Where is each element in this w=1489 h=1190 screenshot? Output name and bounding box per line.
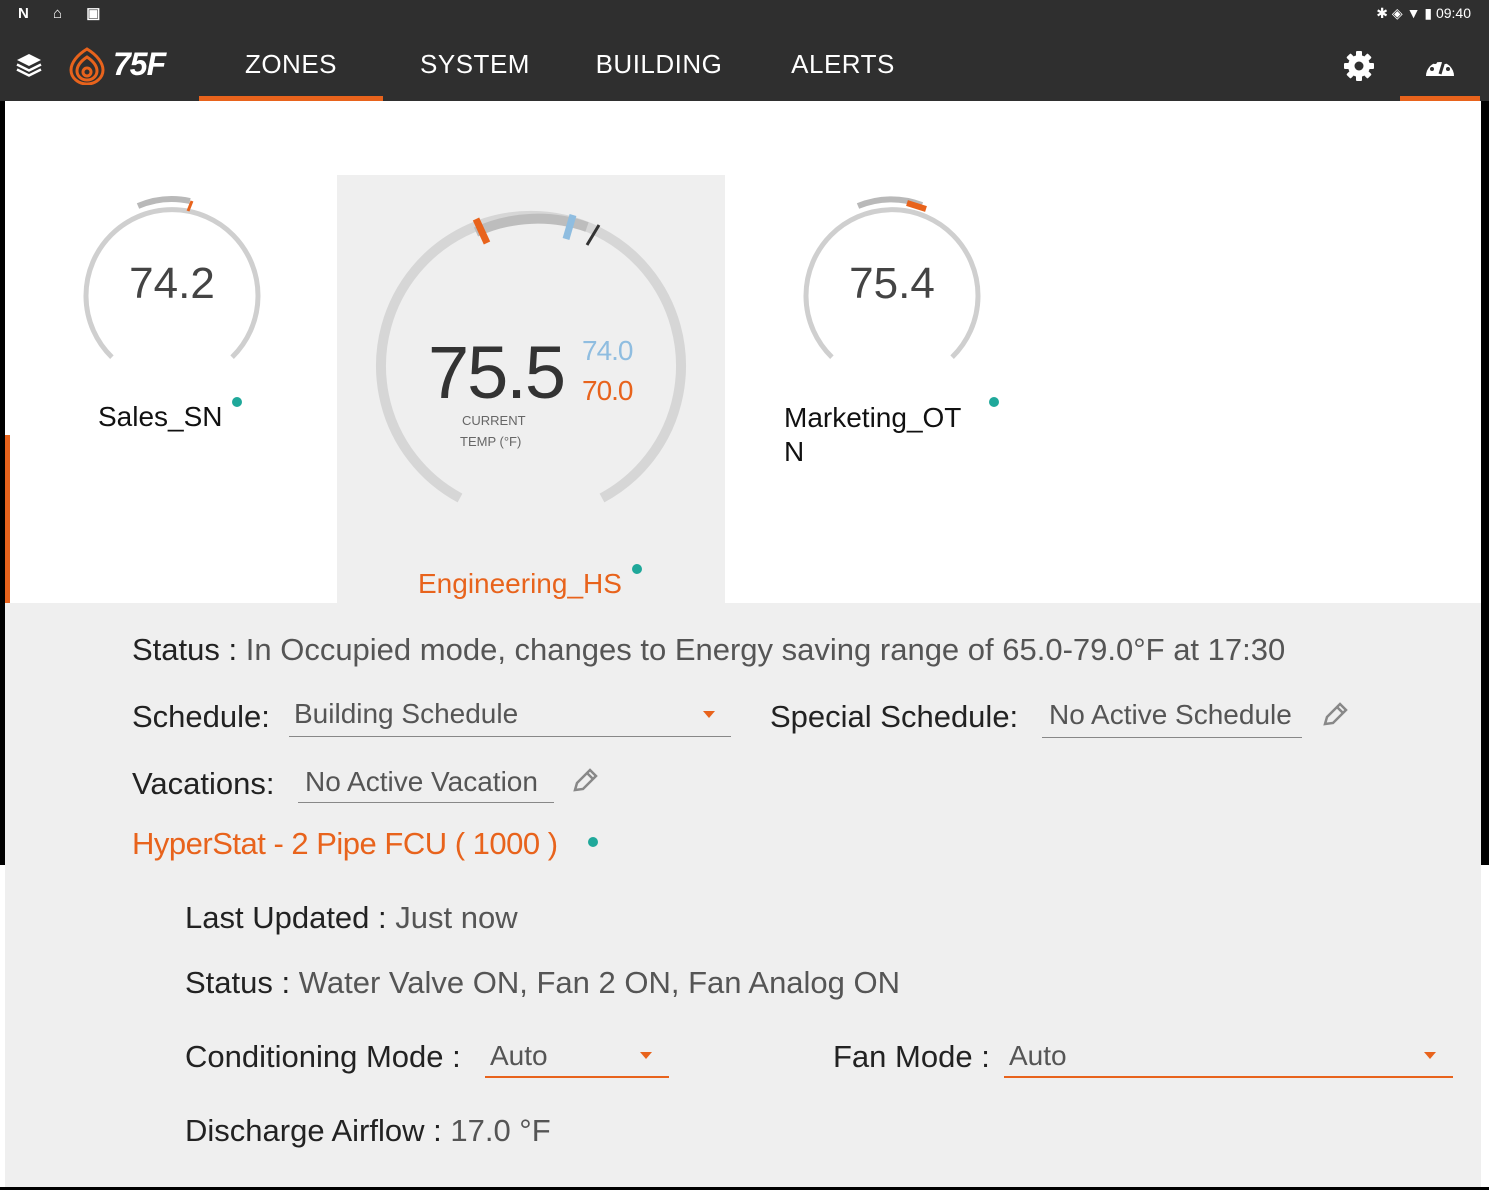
vacations-label: Vacations: xyxy=(132,766,275,801)
tab-system[interactable]: SYSTEM xyxy=(383,28,567,101)
edit-pencil-icon[interactable] xyxy=(570,766,600,796)
special-schedule-label: Special Schedule: xyxy=(770,699,1019,734)
current-temp: 75.5 xyxy=(428,331,566,414)
tab-building-label: BUILDING xyxy=(595,49,723,79)
zone-name-line2: N xyxy=(784,436,805,467)
dashboard-gauge-icon xyxy=(1426,60,1454,76)
schedule-dropdown[interactable]: Building Schedule xyxy=(289,698,731,737)
battery-icon: ▮ xyxy=(1424,5,1433,21)
wifi-icon: ▼ xyxy=(1406,5,1421,21)
layers-icon[interactable] xyxy=(16,52,42,78)
conditioning-mode-label: Conditioning Mode : xyxy=(185,1039,461,1074)
temp-caption-2: TEMP (°F) xyxy=(460,434,522,449)
status-label: Status : xyxy=(132,632,238,667)
bluetooth-icon: ✱ xyxy=(1376,5,1389,21)
zone-temp: 74.2 xyxy=(129,259,215,308)
dropdown-caret-icon xyxy=(640,1052,652,1059)
conditioning-mode-dropdown[interactable]: Auto xyxy=(485,1040,669,1078)
fan-mode-label: Fan Mode : xyxy=(833,1039,990,1074)
conditioning-mode-value: Auto xyxy=(490,1040,548,1071)
tab-zones[interactable]: ZONES xyxy=(199,28,383,101)
edit-pencil-icon[interactable] xyxy=(1320,700,1350,730)
vacations-value: No Active Vacation xyxy=(305,766,538,797)
zone-gauge-marketing[interactable]: 75.4 xyxy=(800,193,984,377)
online-indicator xyxy=(989,397,999,407)
75f-logo-icon xyxy=(69,47,105,85)
tab-system-label: SYSTEM xyxy=(420,49,530,79)
last-updated-label: Last Updated : xyxy=(185,900,387,935)
zone-temp: 75.4 xyxy=(849,259,935,308)
logo-text: 75F xyxy=(113,46,166,82)
notification-icons: N ⌂ ▣ xyxy=(18,5,111,22)
status-value: In Occupied mode, changes to Energy savi… xyxy=(245,632,1286,667)
dropdown-caret-icon xyxy=(1424,1052,1436,1059)
equipment-status-label: Status : xyxy=(185,965,291,1000)
zone-gauge-sales[interactable]: 74.2 xyxy=(80,193,264,377)
zone-status: Status : In Occupied mode, changes to En… xyxy=(132,632,1285,668)
fan-mode-value: Auto xyxy=(1009,1040,1067,1071)
vacations-field[interactable]: No Active Vacation xyxy=(298,766,554,803)
schedule-label: Schedule: xyxy=(132,699,270,734)
fan-mode-dropdown[interactable]: Auto xyxy=(1004,1040,1453,1078)
discharge-airflow-value: 17.0 °F xyxy=(450,1113,551,1148)
dropdown-caret-icon xyxy=(703,711,715,718)
equipment-status: Status : Water Valve ON, Fan 2 ON, Fan A… xyxy=(185,965,900,1001)
app-bar: 75F ZONES SYSTEM BUILDING ALERTS xyxy=(0,28,1489,101)
discharge-airflow-label: Discharge Airflow : xyxy=(185,1113,442,1148)
zone-detail-panel xyxy=(5,603,1481,1187)
tab-building[interactable]: BUILDING xyxy=(567,28,751,101)
tab-alerts[interactable]: ALERTS xyxy=(751,28,935,101)
frame-right xyxy=(1481,0,1489,865)
cooling-setpoint: 74.0 xyxy=(582,335,633,366)
zone-name-engineering[interactable]: Engineering_HS xyxy=(418,568,622,600)
online-indicator xyxy=(232,397,242,407)
dashboard-tab[interactable] xyxy=(1400,28,1480,101)
equipment-title[interactable]: HyperStat - 2 Pipe FCU ( 1000 ) xyxy=(132,826,558,862)
zone-name-line1: Marketing_OT xyxy=(784,402,962,433)
equipment-status-value: Water Valve ON, Fan 2 ON, Fan Analog ON xyxy=(298,965,901,1000)
temp-caption-1: CURRENT xyxy=(462,413,526,428)
zone-name-sales[interactable]: Sales_SN xyxy=(98,401,223,433)
vibrate-icon: ◈ xyxy=(1391,5,1403,21)
schedule-value: Building Schedule xyxy=(294,698,519,729)
special-schedule-field[interactable]: No Active Schedule xyxy=(1042,699,1302,738)
heating-setpoint: 70.0 xyxy=(582,375,633,406)
last-updated-value: Just now xyxy=(395,900,518,935)
system-status-bar: N ⌂ ▣ ✱ ◈ ▼ ▮ 09:40 xyxy=(0,0,1489,28)
drawer-handle[interactable] xyxy=(5,435,10,603)
zone-gauge-engineering[interactable]: 75.5 74.0 70.0 CURRENT TEMP (°F) xyxy=(372,205,692,515)
tab-zones-label: ZONES xyxy=(244,49,338,79)
tab-alerts-label: ALERTS xyxy=(791,49,895,79)
gear-icon[interactable] xyxy=(1343,50,1375,82)
special-schedule-value: No Active Schedule xyxy=(1049,699,1292,730)
system-tray: ✱ ◈ ▼ ▮ 09:40 xyxy=(1376,5,1471,22)
online-indicator xyxy=(632,564,642,574)
zone-name-marketing[interactable]: Marketing_OT N xyxy=(784,401,961,469)
clock: 09:40 xyxy=(1435,5,1471,21)
online-indicator xyxy=(588,837,598,847)
discharge-airflow: Discharge Airflow : 17.0 °F xyxy=(185,1113,551,1149)
last-updated: Last Updated : Just now xyxy=(185,900,518,936)
